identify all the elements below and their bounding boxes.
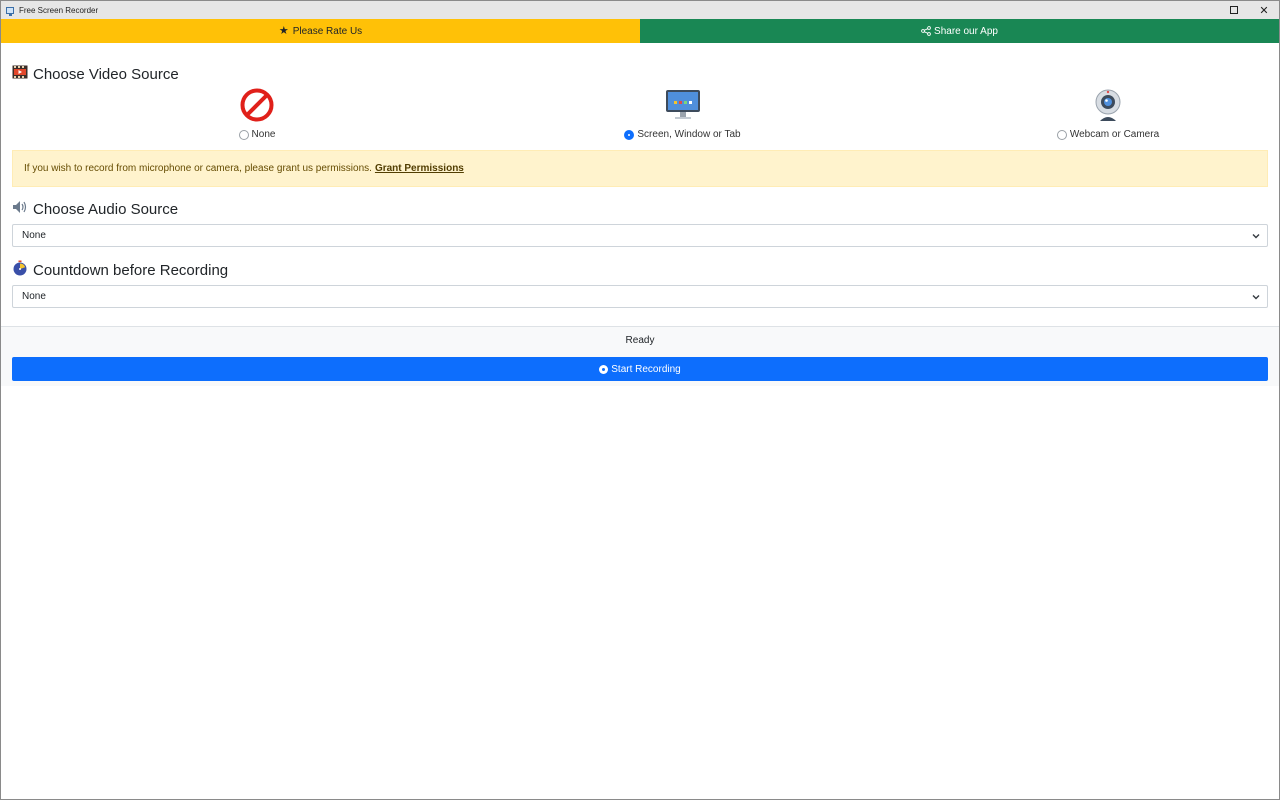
status-text: Ready [625, 335, 655, 346]
permissions-alert-text: If you wish to record from microphone or… [24, 163, 372, 174]
countdown-value: None [22, 291, 46, 302]
radio-screen[interactable] [624, 129, 635, 140]
start-recording-label: Start Recording [611, 363, 681, 375]
webcam-icon [1090, 87, 1126, 123]
title-bar: Free Screen Recorder ✕ [1, 1, 1279, 19]
radio-none-row[interactable]: None [238, 129, 276, 140]
radio-none[interactable] [238, 129, 249, 140]
main-content: Choose Video Source None Screen, Window … [1, 63, 1279, 308]
radio-none-label: None [251, 129, 276, 140]
audio-source-heading: Choose Audio Source [12, 198, 1268, 220]
monitor-icon [665, 87, 701, 123]
chevron-down-icon [1251, 232, 1261, 240]
audio-source-select[interactable]: None [12, 224, 1268, 247]
window-title: Free Screen Recorder [19, 5, 99, 15]
rate-us-button[interactable]: ★ Please Rate Us [1, 19, 640, 43]
audio-source-value: None [22, 230, 46, 241]
prohibited-icon [239, 87, 275, 123]
video-option-webcam[interactable]: Webcam or Camera [1048, 87, 1168, 140]
radio-webcam-label: Webcam or Camera [1069, 129, 1160, 140]
share-app-label: Share our App [934, 25, 998, 37]
radio-screen-label: Screen, Window or Tab [637, 129, 741, 140]
record-icon [599, 364, 609, 374]
speaker-icon [12, 200, 28, 218]
film-icon [12, 65, 28, 83]
countdown-heading: Countdown before Recording [12, 259, 1268, 281]
radio-webcam[interactable] [1056, 129, 1067, 140]
video-source-options: None Screen, Window or Tab Webcam or Cam… [12, 87, 1268, 140]
close-icon: ✕ [1259, 4, 1269, 17]
timer-icon [12, 260, 28, 280]
footer-bar: Ready Start Recording [1, 326, 1279, 386]
permissions-alert: If you wish to record from microphone or… [12, 150, 1268, 187]
video-option-none[interactable]: None [197, 87, 317, 140]
video-option-screen[interactable]: Screen, Window or Tab [623, 87, 743, 140]
star-icon: ★ [278, 24, 289, 37]
chevron-down-icon [1251, 293, 1261, 301]
countdown-title: Countdown before Recording [33, 261, 229, 279]
countdown-select[interactable]: None [12, 285, 1268, 308]
rate-us-label: Please Rate Us [292, 25, 363, 37]
share-app-button[interactable]: Share our App [640, 19, 1279, 43]
window-controls: ✕ [1219, 1, 1279, 19]
app-window: Free Screen Recorder ✕ ★ Please Rate Us [0, 0, 1280, 800]
top-action-bar: ★ Please Rate Us Share our App [1, 19, 1279, 43]
radio-screen-row[interactable]: Screen, Window or Tab [624, 129, 741, 140]
app-icon [6, 6, 14, 16]
start-recording-button[interactable]: Start Recording [12, 357, 1268, 381]
video-source-heading: Choose Video Source [12, 63, 1268, 85]
maximize-icon [1230, 6, 1238, 14]
close-button[interactable]: ✕ [1249, 1, 1279, 19]
audio-source-title: Choose Audio Source [33, 200, 179, 218]
share-icon [921, 26, 931, 36]
radio-webcam-row[interactable]: Webcam or Camera [1056, 129, 1160, 140]
grant-permissions-link[interactable]: Grant Permissions [375, 163, 464, 174]
video-source-title: Choose Video Source [33, 65, 179, 83]
maximize-button[interactable] [1219, 1, 1249, 19]
